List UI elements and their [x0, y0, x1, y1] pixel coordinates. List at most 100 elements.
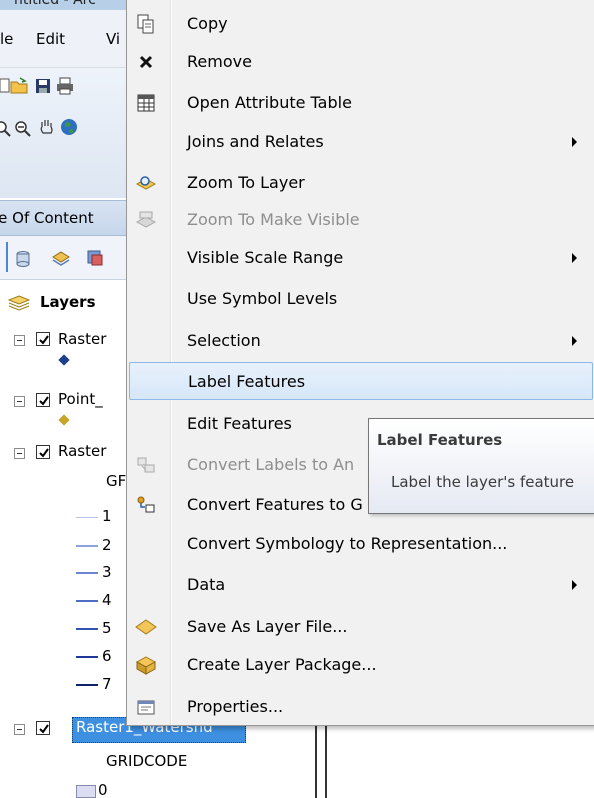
- legend-swatch-5[interactable]: [76, 628, 98, 630]
- toc-title: le Of Content: [0, 209, 94, 227]
- convert-features-icon: [135, 494, 157, 516]
- layer-context-menu: Copy Remove Open Attribute Table Joins a…: [126, 0, 594, 726]
- properties-icon: [135, 696, 157, 718]
- table-of-contents-title-bar: le Of Content: [0, 200, 130, 236]
- menu-item-open-attribute-table[interactable]: Open Attribute Table: [129, 84, 593, 122]
- layer-2-label[interactable]: Point_: [58, 390, 103, 408]
- legend-value-3: 3: [102, 563, 112, 581]
- legend-value-2: 2: [102, 536, 112, 554]
- layer-3-label[interactable]: Raster: [58, 442, 106, 460]
- menu-item-zoom-to-make-visible[interactable]: Zoom To Make Visible: [129, 201, 593, 239]
- menu-view[interactable]: Vi: [106, 30, 120, 48]
- menu-edit[interactable]: Edit: [36, 30, 65, 48]
- layer-3-field-name: GF: [106, 472, 127, 490]
- layer-1-label[interactable]: Raster: [58, 330, 106, 348]
- legend-value-1: 1: [102, 507, 112, 525]
- full-extent-globe-icon[interactable]: [60, 118, 78, 136]
- menu-item-create-layer-package[interactable]: Create Layer Package...: [129, 646, 593, 684]
- layer-2-expander[interactable]: [14, 396, 25, 407]
- zoom-to-layer-icon: [135, 172, 157, 194]
- layers-frame-icon: [8, 295, 30, 311]
- submenu-arrow-icon: [572, 580, 577, 590]
- menu-item-label: Edit Features: [187, 414, 292, 433]
- layer-4-checkbox[interactable]: [36, 721, 50, 735]
- layer-3-checkbox[interactable]: [36, 445, 50, 459]
- layer-1-expander[interactable]: [14, 335, 25, 346]
- menu-item-label: Label Features: [188, 372, 306, 391]
- menu-item-save-as-layer-file[interactable]: Save As Layer File...: [129, 608, 593, 646]
- menu-item-convert-symbology-to-representation[interactable]: Convert Symbology to Representation...: [129, 525, 593, 563]
- remove-icon: [135, 51, 157, 73]
- menu-item-data[interactable]: Data: [129, 566, 593, 604]
- layer-1-checkbox[interactable]: [36, 332, 50, 346]
- menu-item-remove[interactable]: Remove: [129, 43, 593, 81]
- toc-toolbar: [0, 236, 130, 280]
- layer-2-symbol[interactable]: [58, 414, 70, 426]
- submenu-arrow-icon: [572, 253, 577, 263]
- legend-swatch-6[interactable]: [76, 656, 98, 658]
- legend-swatch-2[interactable]: [76, 545, 98, 547]
- legend-value-0: 0: [98, 781, 108, 798]
- menu-item-label: Convert Symbology to Representation...: [187, 534, 508, 553]
- print-icon[interactable]: [56, 77, 74, 95]
- menu-item-label: Open Attribute Table: [187, 93, 352, 112]
- menu-item-label: Remove: [187, 52, 252, 71]
- zoom-to-visible-icon: [135, 209, 157, 231]
- convert-labels-icon: [135, 454, 157, 476]
- legend-swatch-0[interactable]: [76, 785, 96, 798]
- menu-item-copy[interactable]: Copy: [129, 5, 593, 43]
- submenu-arrow-icon: [572, 336, 577, 346]
- layer-4-field-name: GRIDCODE: [106, 752, 188, 770]
- layers-root-label: Layers: [40, 293, 96, 311]
- legend-value-7: 7: [102, 675, 112, 693]
- layer-3-expander[interactable]: [14, 448, 25, 459]
- submenu-arrow-icon: [572, 137, 577, 147]
- legend-swatch-4[interactable]: [76, 600, 98, 602]
- menu-item-label: Save As Layer File...: [187, 617, 348, 636]
- menu-item-label: Zoom To Make Visible: [187, 210, 360, 229]
- menu-item-visible-scale-range[interactable]: Visible Scale Range: [129, 239, 593, 277]
- save-icon[interactable]: [34, 77, 52, 95]
- copy-icon: [135, 13, 157, 35]
- layer-1-symbol[interactable]: [58, 354, 70, 366]
- layer-2-checkbox[interactable]: [36, 393, 50, 407]
- menu-item-label: Copy: [187, 14, 228, 33]
- active-tool-indicator: [6, 242, 8, 272]
- tooltip-body: Label the layer's feature: [391, 473, 575, 491]
- menu-item-label: Visible Scale Range: [187, 248, 344, 267]
- menu-item-label: Zoom To Layer: [187, 173, 305, 192]
- list-by-source-icon[interactable]: [14, 250, 32, 268]
- menu-item-joins-and-relates[interactable]: Joins and Relates: [129, 123, 593, 161]
- menu-item-label: Joins and Relates: [187, 132, 324, 151]
- menu-item-use-symbol-levels[interactable]: Use Symbol Levels: [129, 280, 593, 318]
- zoom-out-icon[interactable]: [14, 120, 32, 138]
- standard-toolbar: [0, 68, 130, 198]
- zoom-in-icon[interactable]: [0, 120, 12, 138]
- menu-item-label: Data: [187, 575, 226, 594]
- table-icon: [135, 92, 157, 114]
- save-layer-icon: [135, 616, 157, 638]
- legend-value-5: 5: [102, 619, 112, 637]
- list-by-drawing-order-icon[interactable]: [52, 250, 70, 268]
- list-by-visibility-icon[interactable]: [86, 248, 104, 266]
- menu-item-label: Selection: [187, 331, 261, 350]
- legend-value-4: 4: [102, 591, 112, 609]
- window-title: ntitled - Arc: [14, 0, 96, 8]
- layer-4-expander[interactable]: [14, 724, 25, 735]
- legend-value-6: 6: [102, 647, 112, 665]
- open-folder-icon[interactable]: [10, 77, 28, 95]
- menu-file[interactable]: le: [0, 30, 13, 48]
- menu-item-label: Create Layer Package...: [187, 655, 377, 674]
- tooltip-title: Label Features: [377, 431, 503, 449]
- legend-swatch-3[interactable]: [76, 572, 98, 574]
- menu-item-properties[interactable]: Properties...: [129, 688, 593, 726]
- menu-item-zoom-to-layer[interactable]: Zoom To Layer: [129, 164, 593, 202]
- menu-item-label-features[interactable]: Label Features: [129, 362, 593, 400]
- legend-swatch-1[interactable]: [76, 517, 98, 518]
- legend-swatch-7[interactable]: [76, 684, 98, 686]
- menu-item-selection[interactable]: Selection: [129, 322, 593, 360]
- pan-hand-icon[interactable]: [38, 118, 56, 136]
- menu-item-label: Convert Features to G: [187, 495, 363, 514]
- menu-item-label: Properties...: [187, 697, 284, 716]
- label-features-tooltip: Label Features Label the layer's feature: [368, 418, 594, 514]
